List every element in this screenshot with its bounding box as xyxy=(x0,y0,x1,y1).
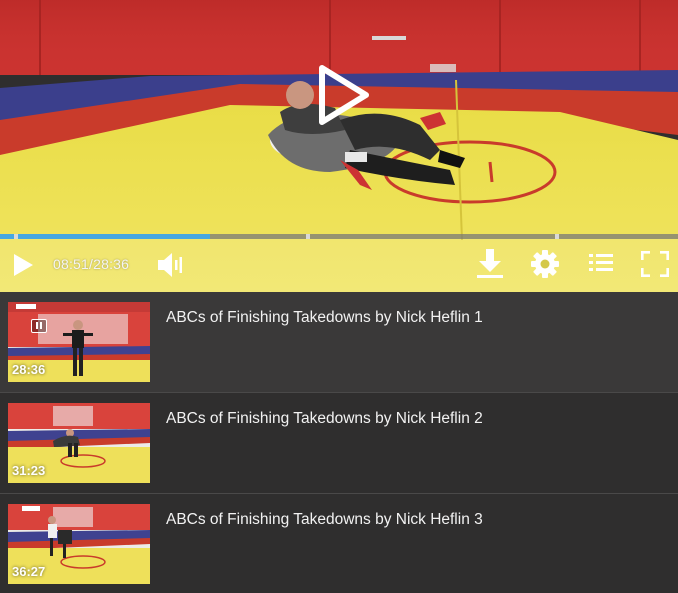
download-icon[interactable] xyxy=(476,247,504,281)
playlist-item[interactable]: 36:27 ABCs of Finishing Takedowns by Nic… xyxy=(0,494,678,593)
time-display: 08:51/28:36 xyxy=(53,256,130,272)
volume-icon[interactable] xyxy=(156,252,184,278)
pause-icon xyxy=(31,319,47,333)
playlist-item[interactable]: 28:36 ABCs of Finishing Takedowns by Nic… xyxy=(0,292,678,393)
video-duration: 31:23 xyxy=(12,463,46,478)
control-bar: 08:51/28:36 xyxy=(0,239,678,292)
playlist-item-title: ABCs of Finishing Takedowns by Nick Hefl… xyxy=(166,410,483,427)
playlist-item-title: ABCs of Finishing Takedowns by Nick Hefl… xyxy=(166,309,483,326)
video-player[interactable]: 08:51/28:36 xyxy=(0,0,678,292)
fullscreen-icon[interactable] xyxy=(641,251,669,277)
play-icon[interactable] xyxy=(12,253,34,277)
video-duration: 36:27 xyxy=(12,564,46,579)
video-thumbnail: 28:36 xyxy=(8,302,150,382)
video-thumbnail: 36:27 xyxy=(8,504,150,584)
playlist-item-title: ABCs of Finishing Takedowns by Nick Hefl… xyxy=(166,511,483,528)
gear-icon[interactable] xyxy=(530,249,560,279)
playlist-item[interactable]: 31:23 ABCs of Finishing Takedowns by Nic… xyxy=(0,393,678,494)
video-duration: 28:36 xyxy=(12,362,46,377)
playlist: 28:36 ABCs of Finishing Takedowns by Nic… xyxy=(0,292,678,593)
video-thumbnail: 31:23 xyxy=(8,403,150,483)
big-play-icon[interactable] xyxy=(316,64,372,126)
playlist-icon[interactable] xyxy=(588,251,614,277)
